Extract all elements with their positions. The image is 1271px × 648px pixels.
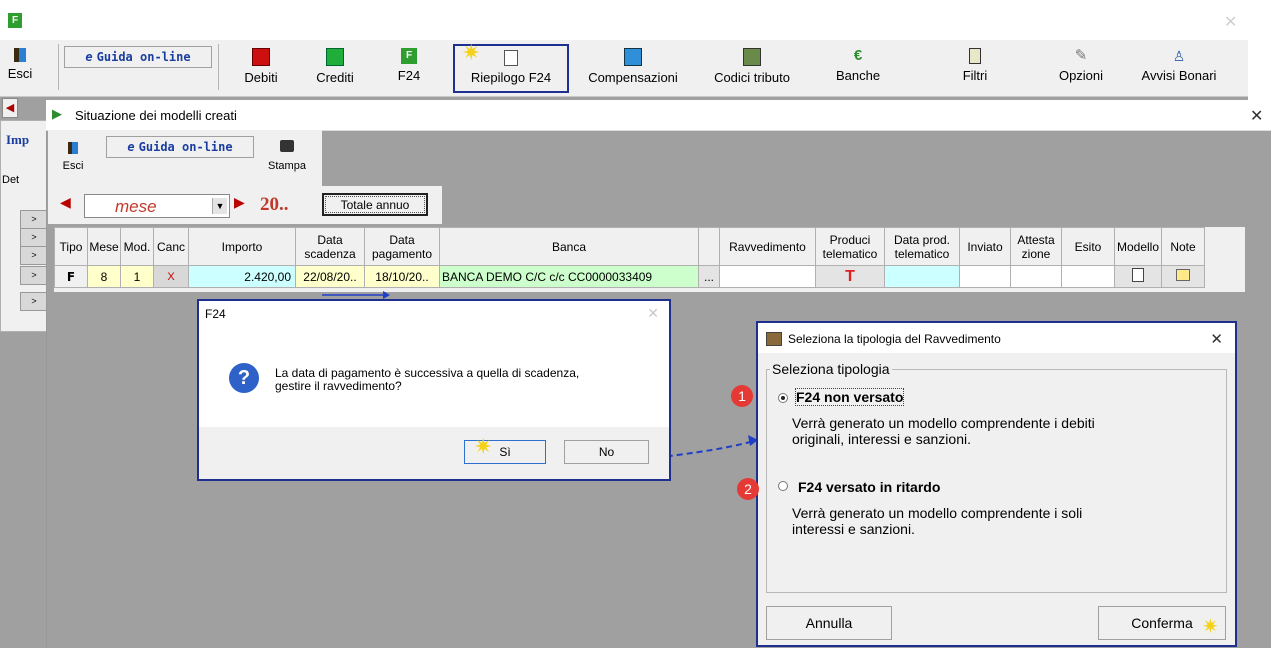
click-burst-icon: ✷ [462, 40, 481, 65]
tipologia-group-label: Seleziona tipologia [770, 361, 892, 377]
ravv-title: Seleziona la tipologia del Ravvedimento [788, 332, 1001, 346]
question-icon: ? [229, 363, 259, 393]
arrowhead [383, 291, 390, 299]
conferma-label: Conferma [1131, 615, 1193, 631]
step-badge-1: 1 [731, 385, 753, 407]
f24-dialog-close-icon[interactable]: ✕ [647, 305, 659, 322]
click-burst-icon: ✷ [474, 434, 493, 459]
ravv-app-icon [766, 332, 782, 346]
annulla-button[interactable]: Annulla [766, 606, 892, 640]
f24-dialog-title: F24 [205, 307, 226, 321]
click-burst-icon: ✷ [1202, 616, 1219, 638]
f24-dialog: F24 ✕ ? La data di pagamento è successiv… [197, 299, 671, 481]
ravvedimento-dialog: Seleziona la tipologia del Ravvedimento … [756, 321, 1237, 647]
no-button[interactable]: No [564, 440, 649, 464]
step-badge-2: 2 [737, 478, 759, 500]
radio-non-versato[interactable] [778, 393, 788, 403]
annulla-label: Annulla [805, 615, 853, 631]
no-label: No [598, 445, 615, 459]
si-label: Sì [499, 445, 511, 459]
radio-versato-ritardo[interactable] [778, 481, 788, 491]
option1-description: Verrà generato un modello comprendente i… [792, 415, 1095, 447]
option1-label[interactable]: F24 non versato [794, 388, 905, 406]
f24-dialog-message: La data di pagamento è successiva a quel… [275, 366, 580, 393]
option2-label[interactable]: F24 versato in ritardo [798, 479, 940, 495]
option2-description: Verrà generato un modello comprendente i… [792, 505, 1083, 537]
ravv-close-icon[interactable]: ✕ [1210, 330, 1223, 348]
